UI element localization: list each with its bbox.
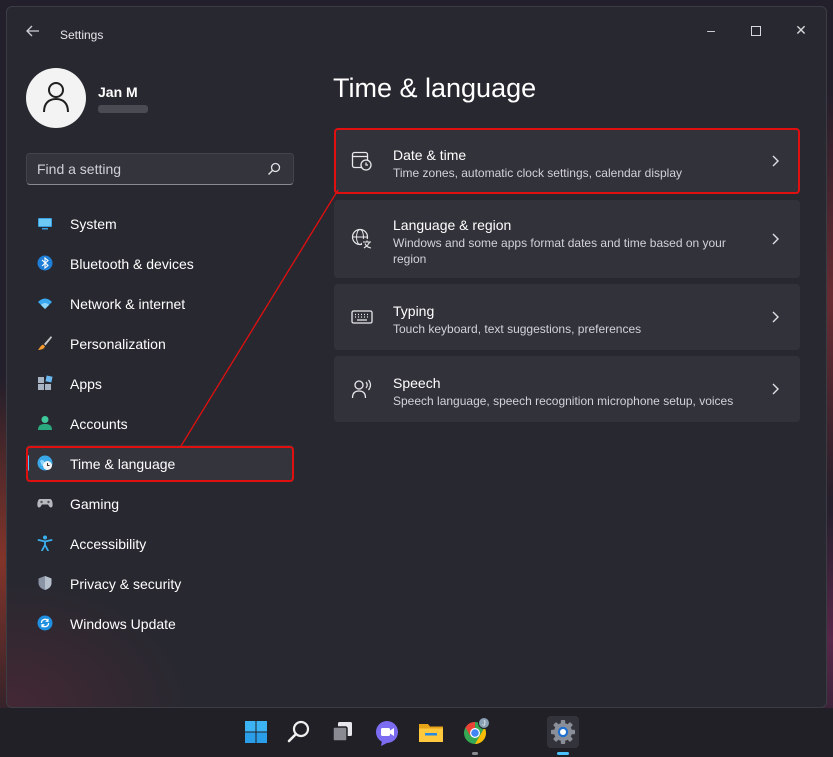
active-indicator	[557, 752, 569, 755]
sidebar-item-label: Privacy & security	[70, 576, 182, 592]
page-title: Time & language	[333, 73, 537, 103]
user-name: Jan M	[98, 84, 138, 100]
maximize-icon	[751, 26, 761, 37]
person-icon	[43, 82, 69, 113]
brush-icon	[38, 336, 52, 350]
maximize-button[interactable]	[736, 15, 776, 45]
card-typing[interactable]: Typing Touch keyboard, text suggestions,…	[334, 284, 800, 350]
globe-clock-icon	[37, 455, 53, 471]
card-title: Speech	[393, 375, 441, 391]
windows-start-icon	[245, 721, 267, 743]
sidebar-item-label: Network & internet	[70, 296, 186, 312]
wifi-icon	[38, 298, 52, 309]
chrome-profile-badge: J	[482, 720, 486, 727]
sidebar-item-label: Windows Update	[70, 616, 176, 632]
back-button[interactable]	[21, 23, 45, 43]
taskbar-task-view[interactable]	[327, 716, 359, 748]
taskbar-chrome[interactable]: J	[459, 716, 491, 755]
taskbar: J	[0, 708, 833, 757]
gamepad-icon	[37, 499, 53, 508]
taskbar-start[interactable]	[240, 716, 272, 748]
speech-icon	[351, 379, 372, 399]
card-title: Date & time	[393, 147, 467, 163]
taskbar-teams-chat[interactable]	[371, 716, 403, 748]
account-icon	[38, 416, 52, 430]
sidebar-item-bluetooth-devices[interactable]: Bluetooth & devices	[26, 245, 294, 281]
sidebar-item-accounts[interactable]: Accounts	[26, 405, 294, 441]
card-description: Touch keyboard, text suggestions, prefer…	[393, 322, 642, 336]
chevron-right-icon	[772, 155, 779, 167]
settings-gear-icon	[551, 720, 575, 744]
teams-chat-icon	[376, 721, 398, 746]
sidebar-item-label: Accessibility	[70, 536, 147, 552]
sidebar-item-label: Bluetooth & devices	[70, 256, 194, 272]
running-indicator	[472, 752, 478, 755]
sidebar-item-label: Time & language	[70, 456, 176, 472]
card-speech[interactable]: Speech Speech language, speech recogniti…	[334, 356, 800, 422]
sidebar-item-system[interactable]: System	[26, 205, 294, 241]
system-icon	[38, 218, 52, 230]
bluetooth-icon	[37, 255, 53, 271]
card-description: Time zones, automatic clock settings, ca…	[393, 166, 683, 180]
settings-window: Settings – ✕ Jan M Find a setting System…	[6, 6, 827, 708]
sidebar-item-privacy-security[interactable]: Privacy & security	[26, 565, 294, 601]
settings-cards: Date & time Time zones, automatic clock …	[334, 128, 800, 428]
card-title: Language & region	[393, 217, 512, 233]
close-icon: ✕	[795, 22, 807, 38]
taskbar-search[interactable]	[283, 716, 315, 748]
taskbar-settings[interactable]	[547, 716, 579, 755]
keyboard-icon	[351, 310, 373, 324]
app-title: Settings	[60, 28, 104, 42]
calendar-clock-icon	[351, 151, 372, 171]
search-input[interactable]	[37, 160, 257, 178]
active-indicator	[26, 455, 29, 471]
apps-icon	[38, 375, 53, 390]
sidebar-item-label: System	[70, 216, 117, 232]
search-icon	[287, 720, 310, 743]
sidebar-item-network[interactable]: Network & internet	[26, 285, 294, 321]
card-description: Speech language, speech recognition micr…	[393, 394, 734, 408]
task-view-icon	[332, 722, 352, 742]
file-explorer-icon	[419, 724, 443, 742]
minimize-button[interactable]: –	[691, 15, 731, 45]
minimize-icon: –	[707, 22, 715, 38]
taskbar-file-explorer[interactable]	[415, 716, 447, 748]
accessibility-icon	[37, 535, 53, 551]
chevron-right-icon	[772, 311, 779, 323]
back-arrow-icon	[26, 25, 39, 37]
update-icon	[37, 615, 53, 631]
sidebar-item-accessibility[interactable]: Accessibility	[26, 525, 294, 561]
sidebar-item-time-language[interactable]: Time & language	[26, 445, 294, 481]
chevron-right-icon	[772, 233, 779, 245]
sidebar-item-label: Personalization	[70, 336, 166, 352]
sidebar-item-label: Accounts	[70, 416, 128, 432]
sidebar-item-gaming[interactable]: Gaming	[26, 485, 294, 521]
search-icon[interactable]	[267, 162, 281, 176]
language-icon	[351, 228, 372, 249]
sidebar-item-label: Gaming	[70, 496, 120, 512]
card-title: Typing	[393, 303, 435, 319]
close-button[interactable]: ✕	[781, 15, 821, 45]
card-language-region[interactable]: Language & region Windows and some apps …	[334, 200, 800, 278]
sidebar-nav: System Bluetooth & devices Network & int…	[26, 205, 294, 645]
sidebar-item-label: Apps	[70, 376, 102, 392]
shield-icon	[38, 576, 52, 590]
search-box[interactable]	[26, 153, 294, 185]
chrome-icon: J	[464, 717, 490, 744]
sidebar-item-apps[interactable]: Apps	[26, 365, 294, 401]
sidebar-item-personalization[interactable]: Personalization	[26, 325, 294, 361]
sidebar-item-windows-update[interactable]: Windows Update	[26, 605, 294, 641]
title-bar: Settings – ✕	[7, 7, 826, 51]
card-date-time[interactable]: Date & time Time zones, automatic clock …	[334, 128, 800, 194]
avatar[interactable]	[26, 68, 86, 128]
card-description: Windows and some apps format dates and t…	[393, 236, 726, 266]
user-email-blurred	[98, 105, 148, 113]
chevron-right-icon	[772, 383, 779, 395]
